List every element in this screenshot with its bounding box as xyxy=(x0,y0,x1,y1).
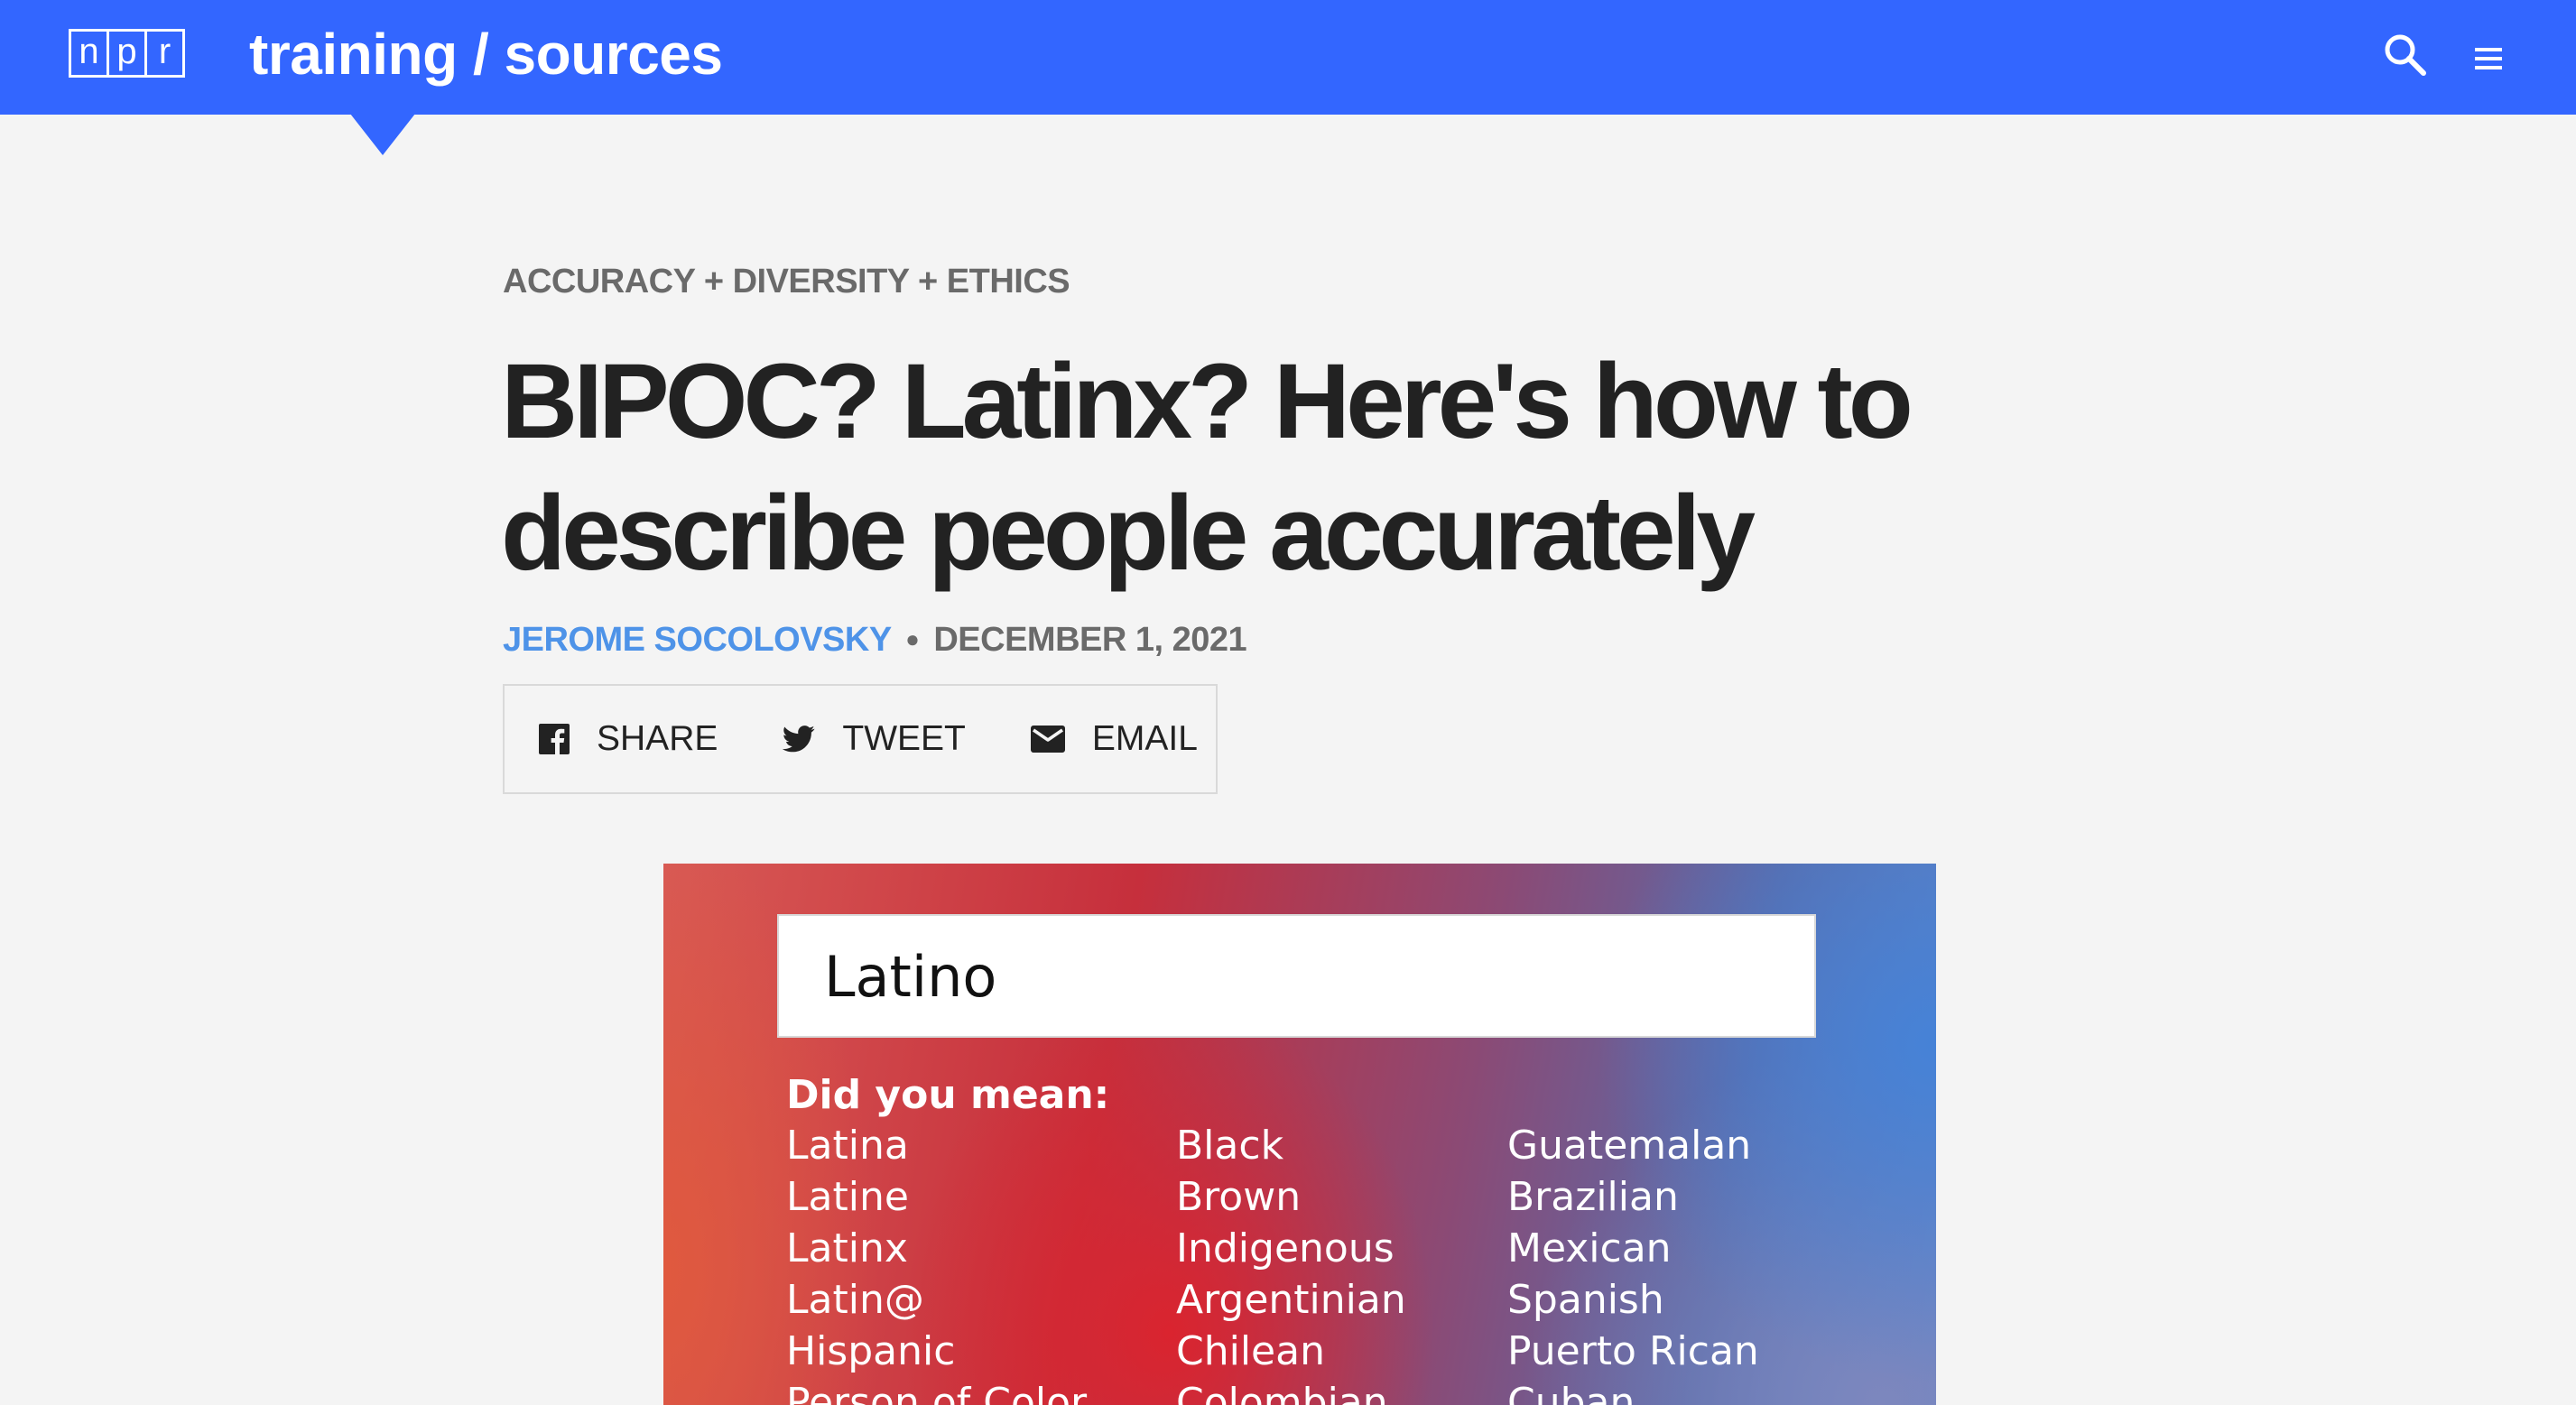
share-bar: SHARE TWEET EMAIL xyxy=(503,684,1218,794)
image-search-box: Latino xyxy=(777,914,1816,1038)
email-label: EMAIL xyxy=(1091,719,1198,758)
menu-icon[interactable] xyxy=(2475,46,2502,71)
suggestion-item: Spanish xyxy=(1507,1277,1664,1323)
did-you-mean-heading: Did you mean: xyxy=(786,1072,1110,1118)
suggestion-item: Latin@ xyxy=(786,1277,924,1323)
facebook-share-button[interactable]: SHARE xyxy=(539,719,718,759)
suggestion-item: Latinx xyxy=(786,1225,908,1271)
article-category[interactable]: ACCURACY + DIVERSITY + ETHICS xyxy=(503,260,1070,303)
search-icon[interactable] xyxy=(2383,32,2428,78)
suggestion-item: Latine xyxy=(786,1174,909,1220)
suggestion-column-1: Latina Latine Latinx Latin@ Hispanic Per… xyxy=(786,1120,1087,1405)
suggestion-item: Chilean xyxy=(1176,1328,1325,1374)
suggestion-item: Person of Color xyxy=(786,1380,1088,1405)
byline: JEROME SOCOLOVSKY ● DECEMBER 1, 2021 xyxy=(503,617,1247,661)
suggestion-item: Colombian xyxy=(1176,1380,1388,1405)
site-header: n p r training / sources xyxy=(0,0,2576,115)
image-search-value: Latino xyxy=(824,944,997,1010)
suggestion-item: Mexican xyxy=(1507,1225,1672,1271)
logo-letter-n: n xyxy=(69,29,109,78)
suggestion-item: Indigenous xyxy=(1176,1225,1395,1271)
tweet-button[interactable]: TWEET xyxy=(783,719,966,759)
tweet-label: TWEET xyxy=(842,719,966,758)
email-share-button[interactable]: EMAIL xyxy=(1030,719,1198,759)
suggestion-item: Cuban xyxy=(1507,1380,1635,1405)
logo-letter-r: r xyxy=(144,29,185,78)
twitter-icon xyxy=(783,726,815,753)
suggestion-item: Guatemalan xyxy=(1507,1123,1752,1169)
author-link[interactable]: JEROME SOCOLOVSKY xyxy=(503,621,892,659)
facebook-icon xyxy=(539,724,570,754)
suggestion-column-3: Guatemalan Brazilian Mexican Spanish Pue… xyxy=(1507,1120,1759,1405)
logo-letter-p: p xyxy=(107,29,147,78)
suggestion-item: Brazilian xyxy=(1507,1174,1679,1220)
suggestion-column-2: Black Brown Indigenous Argentinian Chile… xyxy=(1176,1120,1406,1405)
npr-logo[interactable]: n p r xyxy=(69,29,185,78)
site-title-link[interactable]: training / sources xyxy=(249,16,723,92)
share-label: SHARE xyxy=(597,719,718,758)
byline-separator: ● xyxy=(905,625,920,652)
publish-date: DECEMBER 1, 2021 xyxy=(933,621,1247,659)
suggestion-item: Hispanic xyxy=(786,1328,956,1374)
suggestion-item: Argentinian xyxy=(1176,1277,1406,1323)
suggestion-item: Puerto Rican xyxy=(1507,1328,1759,1374)
suggestion-item: Brown xyxy=(1176,1174,1302,1220)
suggestion-item: Black xyxy=(1176,1123,1284,1169)
header-pointer xyxy=(350,114,415,155)
suggestion-item: Latina xyxy=(786,1123,909,1169)
article-headline: BIPOC? Latinx? Here's how to describe pe… xyxy=(501,342,1913,593)
lead-image: Latino Did you mean: Latina Latine Latin… xyxy=(663,864,1936,1405)
envelope-icon xyxy=(1030,726,1065,753)
